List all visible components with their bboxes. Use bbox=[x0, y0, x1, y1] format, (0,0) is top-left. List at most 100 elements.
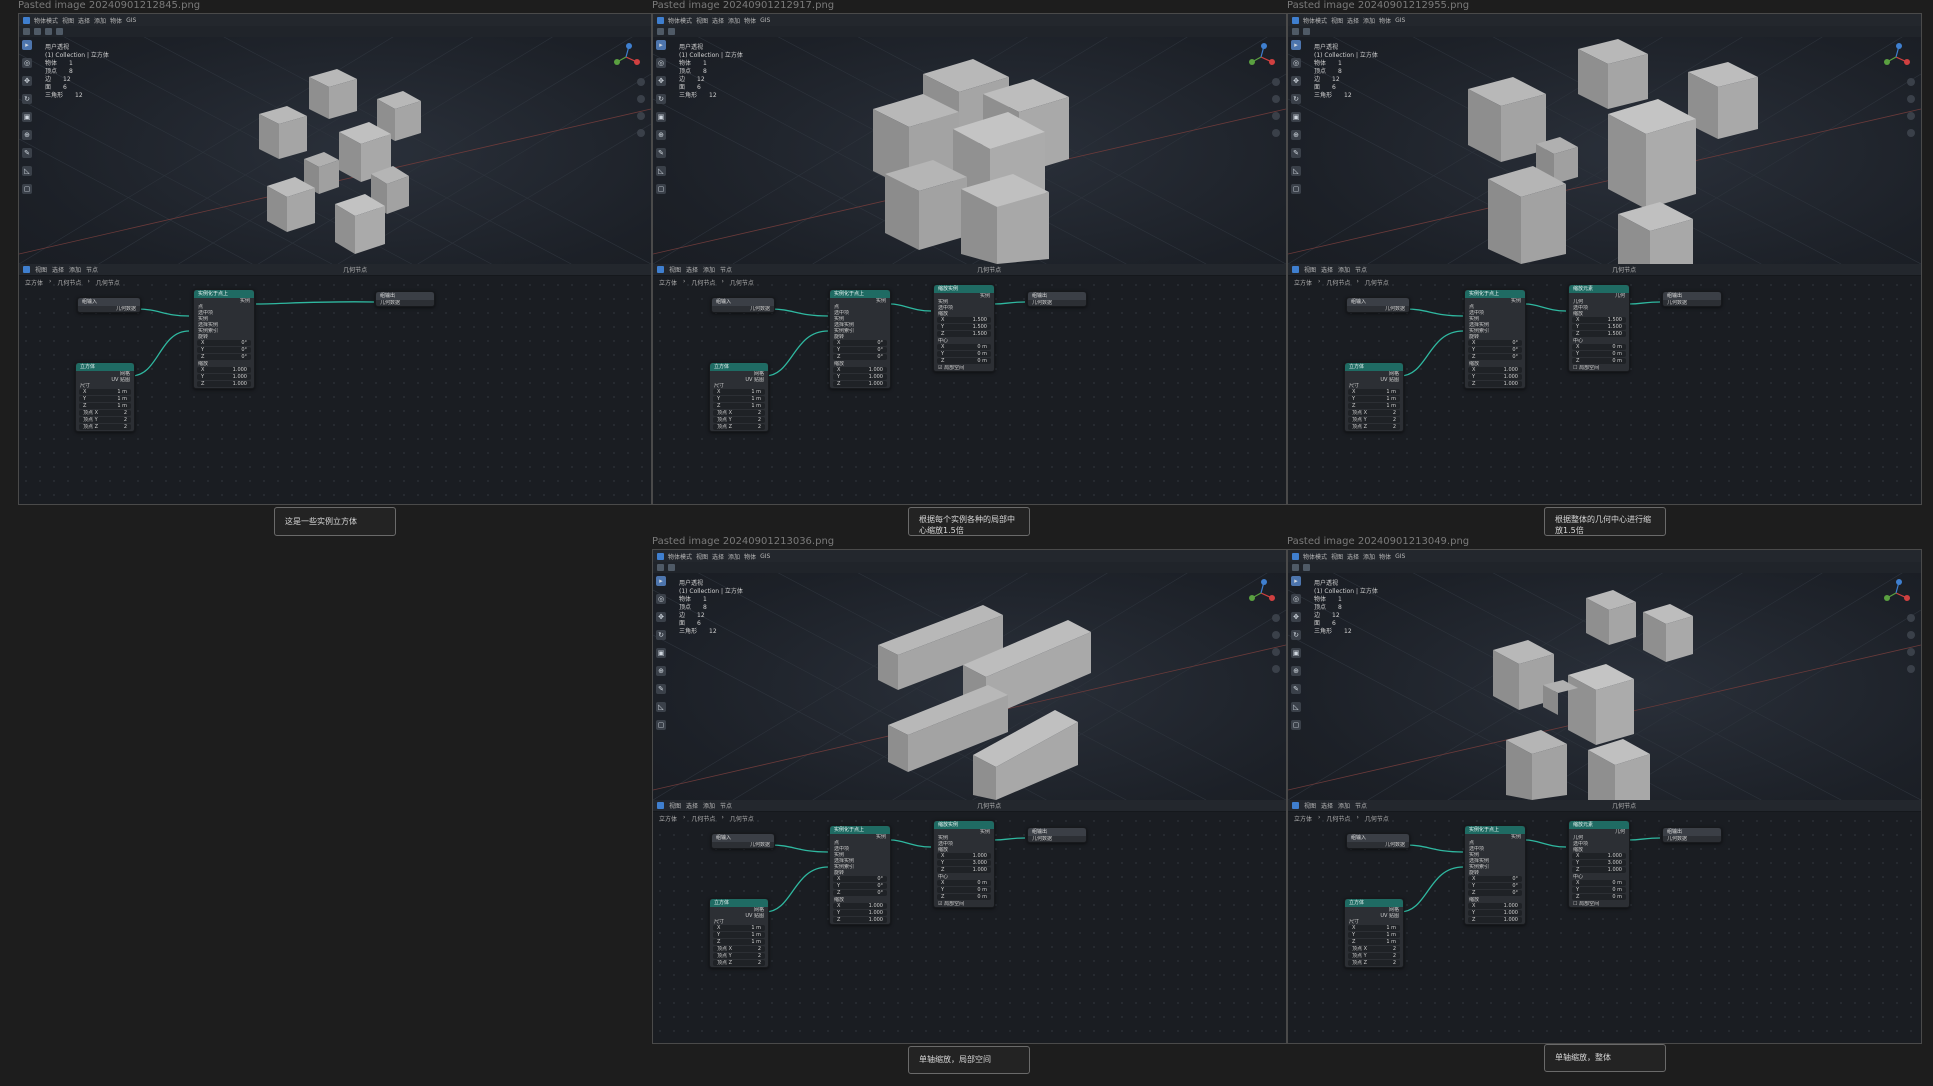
group-output-node[interactable]: 组输出 几何数据 bbox=[1027, 291, 1087, 307]
rotate-icon[interactable]: ↻ bbox=[1291, 630, 1301, 640]
cube-node[interactable]: 立方体 网格 UV 贴图 尺寸 X1 m Y1 m Z1 m 顶点 X2 顶点 … bbox=[1344, 898, 1404, 968]
group-input-node[interactable]: 组输入 几何数据 bbox=[77, 297, 141, 313]
annotate-icon[interactable]: ✎ bbox=[656, 148, 666, 158]
global-icon[interactable] bbox=[657, 28, 664, 35]
pan-icon[interactable] bbox=[1272, 95, 1280, 103]
geometry-node-editor[interactable]: 视图 选择 添加 节点 几何节点 立方体 › 几何节点 › 几何节点 组输入 几何数据 立… bbox=[653, 800, 1286, 1043]
view-menu[interactable]: 视图 bbox=[62, 16, 74, 25]
3d-viewport[interactable]: 物体模式 视图 选择 添加 物体 GIS ▸ ◎ ✥ ↻ ▣ ⊕ ✎ ◺ ▢ 用… bbox=[1288, 14, 1921, 264]
zoom-icon[interactable] bbox=[1272, 614, 1280, 622]
add-menu[interactable]: 添加 bbox=[728, 552, 740, 561]
group-input-node[interactable]: 组输入 几何数据 bbox=[1346, 297, 1410, 313]
pan-icon[interactable] bbox=[637, 95, 645, 103]
camera-icon[interactable] bbox=[637, 112, 645, 120]
scale-icon[interactable]: ▣ bbox=[656, 112, 666, 122]
geometry-node-editor[interactable]: 视图 选择 添加 节点 几何节点 立方体 › 几何节点 › 几何节点 组输入 几何数… bbox=[19, 264, 651, 504]
group-output-node[interactable]: 组输出 几何数据 bbox=[1027, 827, 1087, 843]
zoom-icon[interactable] bbox=[637, 78, 645, 86]
object-menu[interactable]: 物体 bbox=[744, 16, 756, 25]
camera-icon[interactable] bbox=[1272, 112, 1280, 120]
geometry-node-editor[interactable]: 视图 选择 添加 节点 几何节点 立方体 › 几何节点 › 几何节点 组输入 几何数据 立… bbox=[1288, 264, 1921, 504]
editor-type-icon[interactable] bbox=[657, 16, 664, 24]
view-menu[interactable]: 视图 bbox=[1331, 552, 1343, 561]
annotate-icon[interactable]: ✎ bbox=[22, 148, 32, 158]
navigation-gizmo[interactable] bbox=[611, 42, 641, 72]
select-menu[interactable]: 选择 bbox=[712, 552, 724, 561]
zoom-icon[interactable] bbox=[1907, 78, 1915, 86]
move-icon[interactable]: ✥ bbox=[22, 76, 32, 86]
group-input-node[interactable]: 组输入 几何数据 bbox=[711, 833, 775, 849]
rotate-icon[interactable]: ↻ bbox=[22, 94, 32, 104]
move-icon[interactable]: ✥ bbox=[1291, 612, 1301, 622]
3d-viewport[interactable]: 物体模式 视图 选择 添加 物体 GIS ▸ ◎ ✥ ↻ ▣ ⊕ ✎ ◺ ▢ 用… bbox=[653, 550, 1286, 800]
cursor-icon[interactable]: ◎ bbox=[656, 58, 666, 68]
select-menu[interactable]: 选择 bbox=[1347, 552, 1359, 561]
view-menu[interactable]: 视图 bbox=[696, 16, 708, 25]
move-icon[interactable]: ✥ bbox=[656, 612, 666, 622]
add-cube-icon[interactable]: ▢ bbox=[656, 184, 666, 194]
navigation-gizmo[interactable] bbox=[1881, 42, 1911, 72]
gis-menu[interactable]: GIS bbox=[760, 17, 770, 24]
3d-viewport[interactable]: 物体模式 视图 选择 添加 物体 GIS ▸ ◎ ✥ ↻ ▣ ⊕ ✎ ◺ ▢ 用… bbox=[1288, 550, 1921, 800]
instance-on-points-node[interactable]: 实例化于点上 实例 点选中项 实例 选择实例 实例索引 旋转 X 0° Y 0° Z 0° 缩放 … bbox=[829, 289, 891, 389]
cursor-icon[interactable]: ◎ bbox=[656, 594, 666, 604]
mode-menu[interactable]: 物体模式 bbox=[668, 16, 692, 25]
add-cube-icon[interactable]: ▢ bbox=[656, 720, 666, 730]
instance-on-points-node[interactable]: 实例化于点上 实例 点选中项 实例 选择实例 实例索引 旋转 X 0° Y 0° Z 0° 缩放 … bbox=[1464, 825, 1526, 925]
navigation-gizmo[interactable] bbox=[1881, 578, 1911, 608]
measure-icon[interactable]: ◺ bbox=[656, 166, 666, 176]
add-cube-icon[interactable]: ▢ bbox=[1291, 720, 1301, 730]
geometry-node-editor[interactable]: 视图 选择 添加 节点 几何节点 立方体 › 几何节点 › 几何节点 组输入 几何数据 立… bbox=[1288, 800, 1921, 1043]
group-input-node[interactable]: 组输入 几何数据 bbox=[1346, 833, 1410, 849]
measure-icon[interactable]: ◺ bbox=[656, 702, 666, 712]
camera-icon[interactable] bbox=[1907, 648, 1915, 656]
select-menu[interactable]: 选择 bbox=[78, 16, 90, 25]
measure-icon[interactable]: ◺ bbox=[1291, 166, 1301, 176]
pivot-icon[interactable] bbox=[1303, 28, 1310, 35]
cursor-icon[interactable]: ◎ bbox=[22, 58, 32, 68]
add-cube-icon[interactable]: ▢ bbox=[22, 184, 32, 194]
annotate-icon[interactable]: ✎ bbox=[656, 684, 666, 694]
add-cube-icon[interactable]: ▢ bbox=[1291, 184, 1301, 194]
rotate-icon[interactable]: ↻ bbox=[656, 94, 666, 104]
scale-elements-node[interactable]: 缩放元素 几何 几何 选中项 缩放 X 1.000 Y 3.000 Z 1.000 中心 X0… bbox=[1568, 820, 1630, 908]
editor-type-icon[interactable] bbox=[23, 16, 30, 24]
grid-icon[interactable] bbox=[1272, 129, 1280, 137]
scale-icon[interactable]: ▣ bbox=[22, 112, 32, 122]
mode-menu[interactable]: 物体模式 bbox=[34, 16, 58, 25]
grid-icon[interactable] bbox=[1907, 665, 1915, 673]
transform-icon[interactable]: ⊕ bbox=[656, 130, 666, 140]
global-icon[interactable] bbox=[657, 564, 664, 571]
rotate-icon[interactable]: ↻ bbox=[1291, 94, 1301, 104]
measure-icon[interactable]: ◺ bbox=[22, 166, 32, 176]
gis-menu[interactable]: GIS bbox=[760, 553, 770, 560]
mode-menu[interactable]: 物体模式 bbox=[668, 552, 692, 561]
3d-viewport[interactable]: 物体模式 视图 选择 添加 物体 GIS ▸ ◎ ✥ ↻ ▣ ⊕ ✎ ◺ ▢ 用… bbox=[19, 14, 651, 264]
group-input-node[interactable]: 组输入 几何数据 bbox=[711, 297, 775, 313]
pan-icon[interactable] bbox=[1907, 95, 1915, 103]
cube-node[interactable]: 立方体 网格 UV 贴图 尺寸 X1 m Y1 m Z1 m 顶点 X2 顶点 … bbox=[709, 898, 769, 968]
transform-icon[interactable]: ⊕ bbox=[1291, 666, 1301, 676]
global-icon[interactable] bbox=[1292, 564, 1299, 571]
grid-icon[interactable] bbox=[1272, 665, 1280, 673]
object-menu[interactable]: 物体 bbox=[1379, 16, 1391, 25]
transform-icon[interactable]: ⊕ bbox=[22, 130, 32, 140]
scale-instances-node[interactable]: 缩放实例 实例 实例 选中项 缩放 X 1.000 Y 3.000 Z 1.000 中心 X0… bbox=[933, 820, 995, 908]
instance-on-points-node[interactable]: 实例化于点上 实例 点选中项 实例 选择实例 实例索引 旋转 X 0° Y 0° Z 0° 缩放 … bbox=[1464, 289, 1526, 389]
snap-icon[interactable] bbox=[45, 28, 52, 35]
scale-icon[interactable]: ▣ bbox=[1291, 648, 1301, 658]
zoom-icon[interactable] bbox=[1272, 78, 1280, 86]
cursor-icon[interactable]: ◎ bbox=[1291, 594, 1301, 604]
move-icon[interactable]: ✥ bbox=[1291, 76, 1301, 86]
cube-node[interactable]: 立方体 网格 UV 贴图 尺寸 X 1 m Y 1 m Z 1 m 顶点 X 2… bbox=[75, 362, 135, 432]
scale-elements-node[interactable]: 缩放元素 几何 几何 选中项 缩放 X 1.500 Y 1.500 Z 1.500 中心 X0… bbox=[1568, 284, 1630, 372]
gis-menu[interactable]: GIS bbox=[1395, 553, 1405, 560]
move-icon[interactable]: ✥ bbox=[656, 76, 666, 86]
global-icon[interactable] bbox=[23, 28, 30, 35]
mode-menu[interactable]: 物体模式 bbox=[1303, 16, 1327, 25]
local-space-checkbox[interactable]: ☐ 局部空间 bbox=[1569, 365, 1629, 371]
gis-menu[interactable]: GIS bbox=[126, 17, 136, 24]
editor-type-icon[interactable] bbox=[1292, 552, 1299, 560]
scale-icon[interactable]: ▣ bbox=[1291, 112, 1301, 122]
select-icon[interactable]: ▸ bbox=[656, 40, 666, 50]
